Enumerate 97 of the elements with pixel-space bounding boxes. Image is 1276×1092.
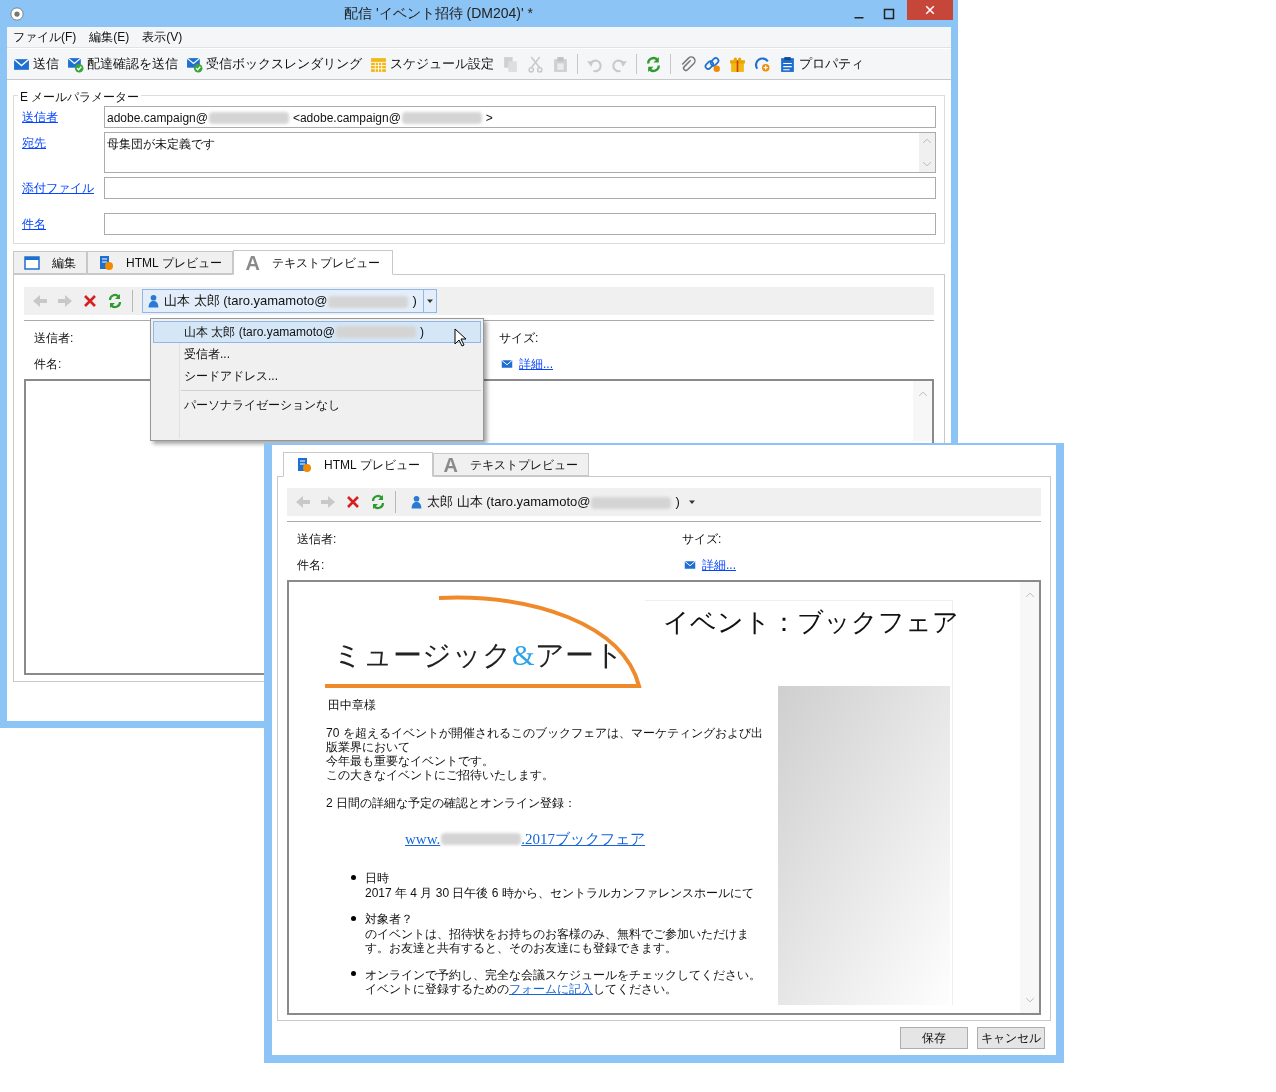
tab[interactable]: HTML プレビュー xyxy=(283,452,433,477)
size-label: サイズ: xyxy=(499,330,539,347)
item-text: のイベントは、招待状をお持ちのお客様のみ、無料でご参加いただけます。お友達と共有すると、そのお友達にも登録できます。 xyxy=(364,926,750,955)
cursor-icon xyxy=(454,328,466,347)
copy-icon xyxy=(502,55,519,73)
toolbar-button[interactable]: 受信ボックスレンダリング xyxy=(186,54,362,74)
scissors-icon xyxy=(527,55,544,73)
scroll-up-icon xyxy=(922,136,932,146)
refresh-icon xyxy=(645,55,662,73)
caret-icon xyxy=(687,498,696,506)
envelope-icon xyxy=(682,559,698,571)
forward-arrow-icon[interactable] xyxy=(320,494,336,510)
recipient-dropdown[interactable]: 太郎 山本 (taro.yamamoto@ ) xyxy=(405,490,699,514)
envelope-check-icon xyxy=(67,55,84,73)
refresh-icon[interactable] xyxy=(107,293,123,309)
back-arrow-icon[interactable] xyxy=(295,494,311,510)
letter-icon: A xyxy=(245,252,260,273)
clipboard-icon xyxy=(779,55,796,73)
field-label-link[interactable]: 添付ファイル xyxy=(22,177,104,197)
field-label-link[interactable]: 件名 xyxy=(22,213,104,233)
scroll-down-icon xyxy=(922,159,932,169)
tab[interactable]: A テキストプレビュー xyxy=(432,453,589,476)
subject-label: 件名: xyxy=(34,356,62,373)
scroll-up-icon xyxy=(917,389,928,399)
maximize-icon[interactable] xyxy=(883,7,895,20)
close-icon xyxy=(925,5,935,15)
delete-icon[interactable] xyxy=(345,494,361,510)
input-field[interactable] xyxy=(104,177,936,199)
tab[interactable]: A テキストプレビュー xyxy=(232,250,393,275)
person-icon xyxy=(147,294,160,308)
item-text: 2017 年 4 月 30 日午後 6 時から、セントラルカンファレンスホールにて xyxy=(364,885,755,900)
recipient-dropdown[interactable]: 山本 太郎 (taro.yamamoto@ ) xyxy=(142,289,437,313)
tab[interactable]: 編集 xyxy=(13,251,87,274)
app-logo-icon xyxy=(10,6,24,21)
sender-label: 送信者: xyxy=(34,330,74,347)
menu-item[interactable]: 受信者... xyxy=(153,343,481,365)
clipboard-icon xyxy=(552,55,569,73)
scrollbar[interactable] xyxy=(1020,582,1039,1013)
envelope-icon xyxy=(499,358,515,370)
window-title: 配信 'イベント招待 (DM204)' * xyxy=(343,4,534,23)
chain-link-button[interactable] xyxy=(704,55,721,73)
forward-arrow-icon[interactable] xyxy=(57,293,73,309)
field-label-link[interactable]: 宛先 xyxy=(22,132,104,152)
caret-icon xyxy=(425,297,434,305)
target-icon xyxy=(754,55,771,73)
sender-label: 送信者: xyxy=(297,531,337,548)
delete-icon[interactable] xyxy=(82,293,98,309)
dialog-button[interactable]: キャンセル xyxy=(977,1027,1045,1049)
intro-paragraph: 70 を超えるイベントが開催されるこのブックフェアは、マーケティングおよび出版業界において 今年最も重要なイベントです。 この大きなイベントにご招待いたします。 xyxy=(326,726,764,782)
refresh-icon[interactable] xyxy=(370,494,386,510)
menu-item[interactable]: ファイル(F) xyxy=(13,28,77,46)
paperclip-button[interactable] xyxy=(679,55,696,73)
envelope-check-icon xyxy=(186,55,203,73)
paperclip-icon xyxy=(679,55,696,73)
size-label: サイズ: xyxy=(682,531,722,548)
input-field[interactable] xyxy=(104,213,936,235)
item-title: 日時 xyxy=(365,870,390,885)
toolbar-button[interactable]: 送信 xyxy=(13,54,59,74)
dialog-button[interactable]: 保存 xyxy=(900,1027,968,1049)
window-icon xyxy=(24,254,40,271)
input-field[interactable]: adobe.campaign@ <adobe.campaign@ > xyxy=(104,106,936,128)
target-button[interactable] xyxy=(754,55,771,73)
document-icon xyxy=(98,254,114,271)
schedule-text: 2 日間の詳細な予定の確認とオンライン登録： xyxy=(326,795,577,812)
gift-button[interactable] xyxy=(729,55,746,73)
document-icon xyxy=(296,456,312,473)
menu-item[interactable]: 山本 太郎 (taro.yamamoto@ ) xyxy=(153,321,481,343)
toolbar-button[interactable]: 配達確認を送信 xyxy=(67,54,178,74)
menu-item[interactable]: シードアドレス... xyxy=(153,365,481,387)
tab[interactable]: HTML プレビュー xyxy=(87,251,233,274)
scrollbar[interactable] xyxy=(913,381,932,441)
text-area[interactable]: 母集団が未定義です xyxy=(104,132,936,173)
letter-icon: A xyxy=(443,454,458,475)
form-link[interactable]: フォームに記入 xyxy=(509,981,593,996)
menu-item[interactable]: 編集(E) xyxy=(89,28,130,46)
greeting-text: 田中章様 xyxy=(328,697,377,714)
toolbar-button[interactable]: スケジュール設定 xyxy=(370,54,494,74)
toolbar-button[interactable]: プロパティ xyxy=(779,54,864,74)
person-icon xyxy=(410,495,423,509)
details-link[interactable]: 詳細... xyxy=(702,556,736,574)
details-link[interactable]: 詳細... xyxy=(519,355,553,373)
subject-label: 件名: xyxy=(297,557,325,574)
item-text: オンラインで予約し、完全な会議スケジュールをチェックしてください。イベントに登録するためのフォームに記入してください。 xyxy=(364,967,762,996)
logo-text: ミュージック&アート xyxy=(333,638,624,673)
scroll-up-icon xyxy=(1024,590,1035,600)
item-title: 対象者？ xyxy=(365,911,414,926)
close-button[interactable] xyxy=(907,0,953,20)
scrollbar[interactable] xyxy=(919,133,935,172)
field-label-link[interactable]: 送信者 xyxy=(22,106,104,126)
back-arrow-icon[interactable] xyxy=(32,293,48,309)
scroll-down-icon xyxy=(1024,995,1035,1005)
menu-item[interactable]: パーソナライゼーションなし xyxy=(153,394,481,416)
menu-item[interactable]: 表示(V) xyxy=(142,28,183,46)
gift-icon xyxy=(729,55,746,73)
refresh-button[interactable] xyxy=(645,55,662,73)
chain-link-icon xyxy=(704,55,721,73)
calendar-icon xyxy=(370,55,387,73)
